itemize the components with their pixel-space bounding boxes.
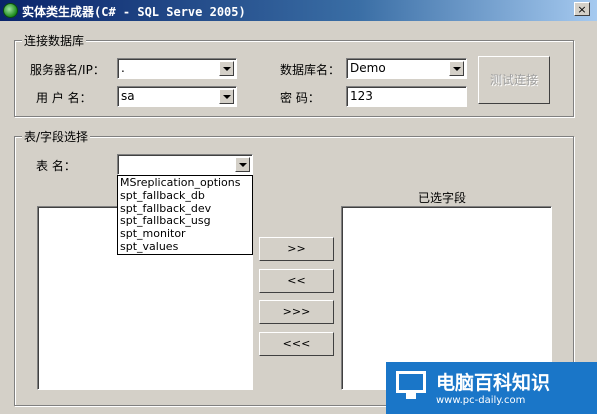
table-dropdown-list[interactable]: MSreplication_options spt_fallback_db sp… <box>117 175 253 255</box>
server-value: . <box>121 61 125 75</box>
table-label: 表 名： <box>36 159 76 173</box>
dropdown-option[interactable]: spt_values <box>120 240 250 254</box>
password-input[interactable]: 123 <box>346 86 467 107</box>
database-label: 数据库名： <box>280 63 341 77</box>
database-value: Demo <box>350 61 386 75</box>
database-dropdown-arrow-icon[interactable] <box>449 61 464 76</box>
add-field-button[interactable]: >> <box>259 237 334 261</box>
server-combobox[interactable]: . <box>117 58 237 79</box>
add-all-fields-button[interactable]: >>> <box>259 300 334 324</box>
monitor-icon <box>396 371 426 393</box>
watermark-url: www.pc-daily.com <box>436 395 526 406</box>
user-dropdown-arrow-icon[interactable] <box>219 89 234 104</box>
selected-fields-label: 已选字段 <box>418 191 467 205</box>
window-title: 实体类生成器(C# - SQL Serve 2005) <box>22 5 246 19</box>
monitor-stand-icon <box>406 393 416 399</box>
title-bar: 实体类生成器(C# - SQL Serve 2005) × <box>0 0 597 21</box>
connection-group-legend: 连接数据库 <box>22 32 87 49</box>
user-label: 用 户 名： <box>36 91 92 105</box>
password-label: 密 码： <box>280 91 320 105</box>
server-dropdown-arrow-icon[interactable] <box>219 61 234 76</box>
test-connection-button[interactable]: 测试连接 <box>478 56 550 104</box>
remove-all-fields-button[interactable]: <<< <box>259 332 334 356</box>
table-combobox[interactable] <box>117 154 253 175</box>
table-field-group-legend: 表/字段选择 <box>22 128 91 145</box>
database-combobox[interactable]: Demo <box>346 58 467 79</box>
server-label: 服务器名/IP： <box>30 63 105 77</box>
remove-field-button[interactable]: << <box>259 269 334 293</box>
watermark-name: 电脑百科知识 <box>436 372 551 394</box>
user-value: sa <box>121 89 135 103</box>
close-button[interactable]: × <box>574 2 590 16</box>
dropdown-option[interactable]: spt_fallback_db <box>120 189 250 203</box>
watermark-logo: 电脑百科知识 www.pc-daily.com <box>386 362 597 414</box>
dropdown-option[interactable]: MSreplication_options <box>120 176 250 190</box>
table-dropdown-arrow-icon[interactable] <box>235 157 250 172</box>
user-combobox[interactable]: sa <box>117 86 237 107</box>
app-icon <box>3 3 18 18</box>
